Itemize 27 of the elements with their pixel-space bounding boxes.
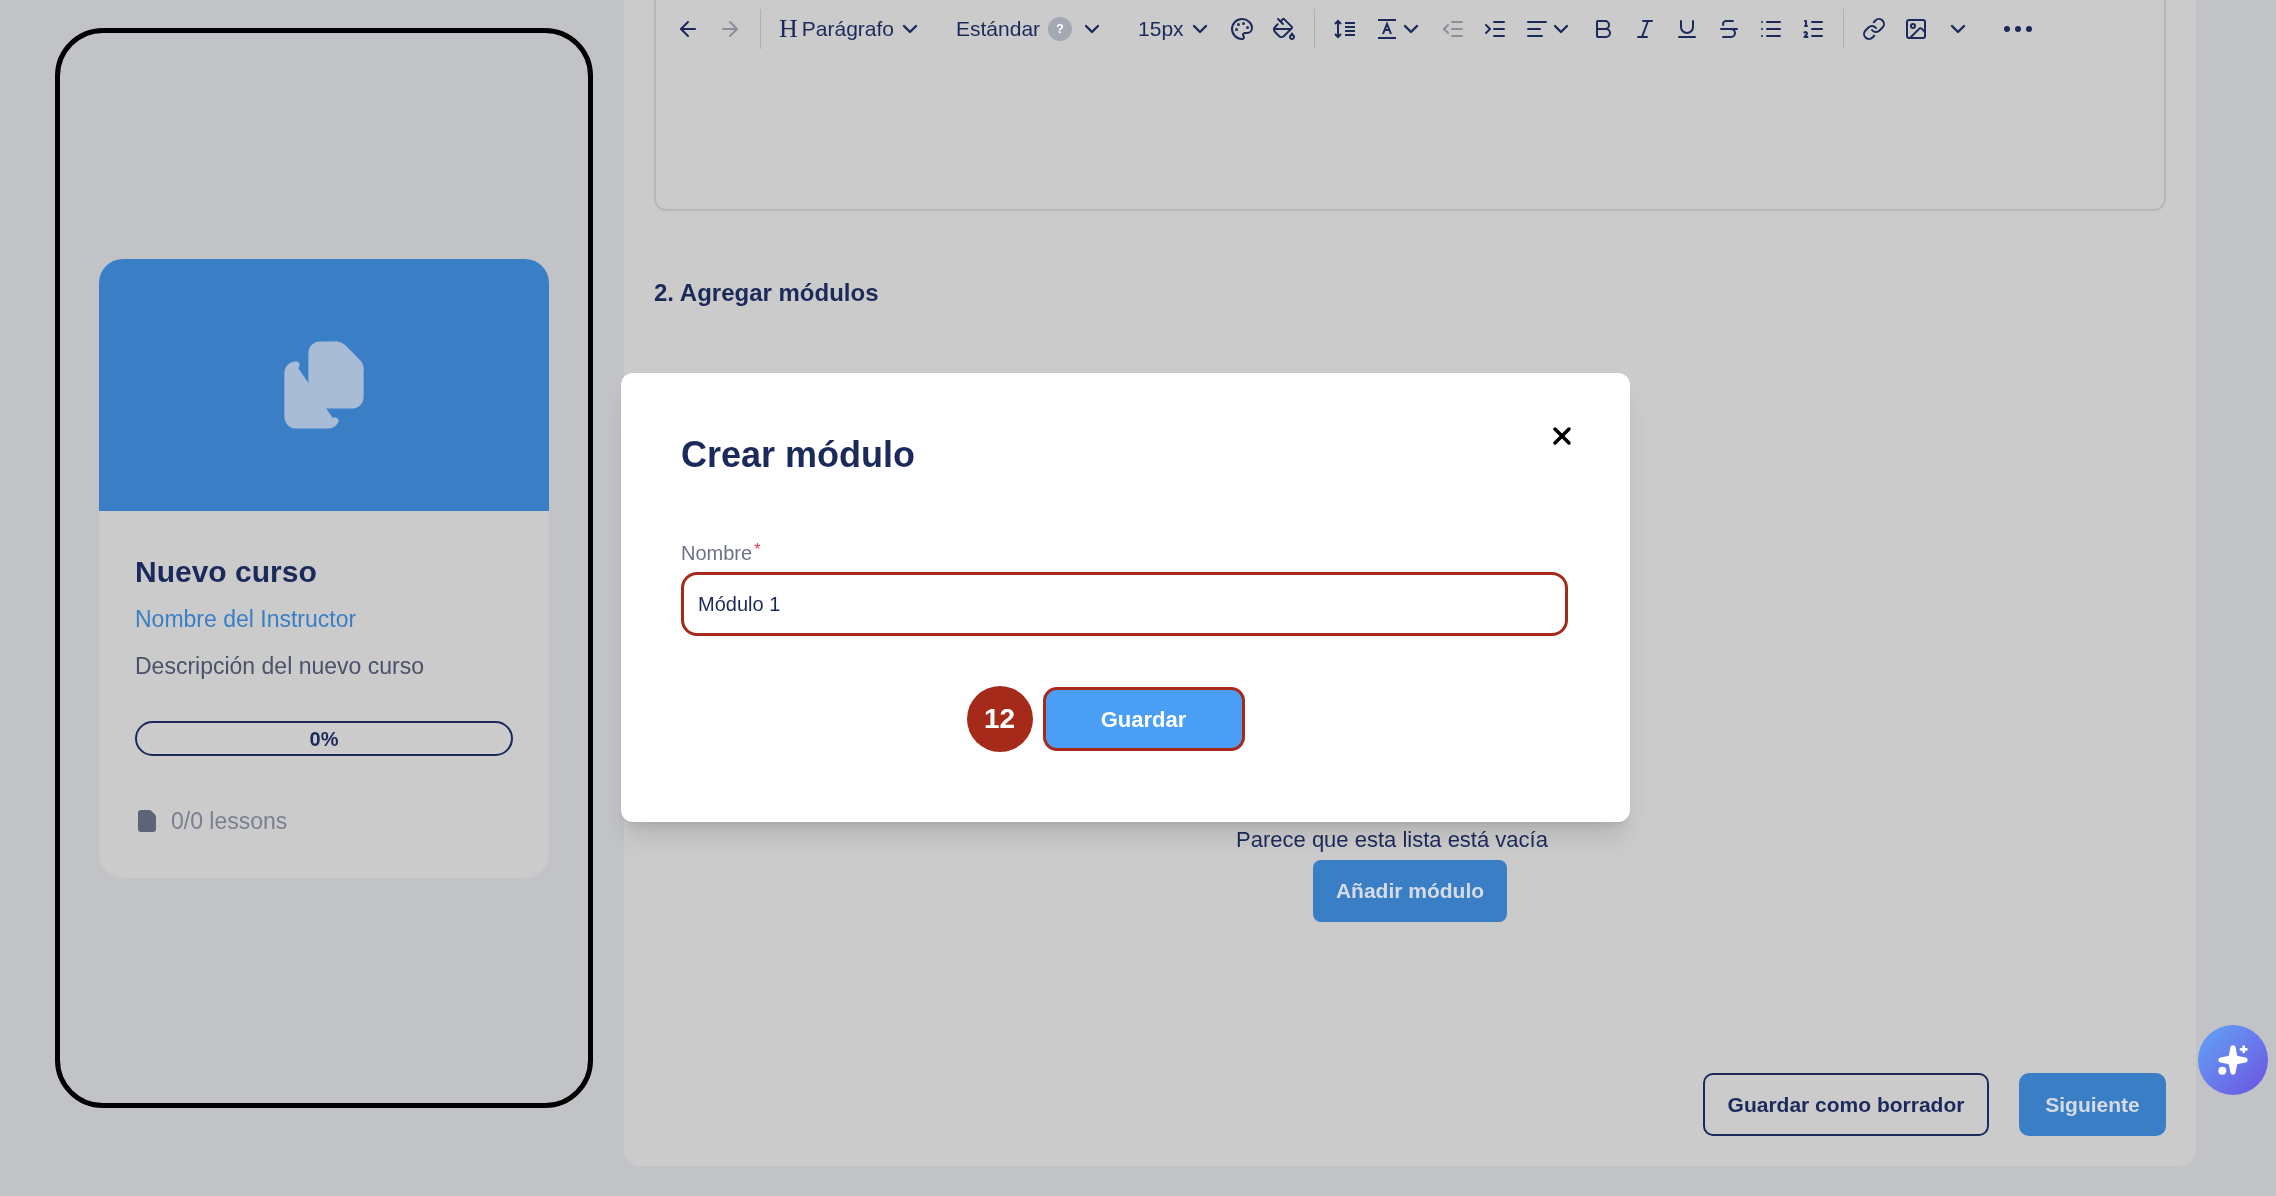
lessons-count: 0/0 lessons <box>171 807 288 836</box>
name-input-field[interactable]: Módulo 1 <box>681 572 1568 636</box>
step-badge: 12 <box>966 686 1033 752</box>
font-dropdown[interactable]: Estándar ? <box>956 13 1105 45</box>
progress-percent: 0% <box>309 726 339 752</box>
course-description: Descripción del nuevo curso <box>135 651 425 681</box>
sparkles-icon <box>2217 1044 2249 1076</box>
help-icon: ? <box>1048 17 1073 41</box>
link-button[interactable] <box>1861 17 1886 41</box>
image-button[interactable] <box>1903 17 1928 41</box>
empty-list-message: Parece que esta lista está vacía <box>1236 826 1548 854</box>
course-title: Nuevo curso <box>135 554 318 590</box>
paragraph-dropdown[interactable]: H Parágrafo <box>779 13 922 45</box>
heading-glyph: H <box>779 16 798 42</box>
dialog-title: Crear módulo <box>681 433 916 477</box>
section-title: 2. Agregar módulos <box>654 278 880 308</box>
field-label: Nombre <box>681 541 753 566</box>
more-icon <box>2003 26 2032 32</box>
instructor-name: Nombre del Instructor <box>135 605 358 634</box>
required-asterisk: * <box>754 540 761 560</box>
size-dropdown[interactable]: 15px <box>1138 13 1212 45</box>
link-icon <box>1861 17 1886 41</box>
image-icon <box>1903 17 1928 41</box>
numbered-list-icon <box>1800 17 1825 41</box>
save-draft-button[interactable]: Guardar como borrador <box>1703 1073 1989 1136</box>
lessons-icon <box>135 809 159 834</box>
numbered-list-button[interactable] <box>1800 17 1825 41</box>
